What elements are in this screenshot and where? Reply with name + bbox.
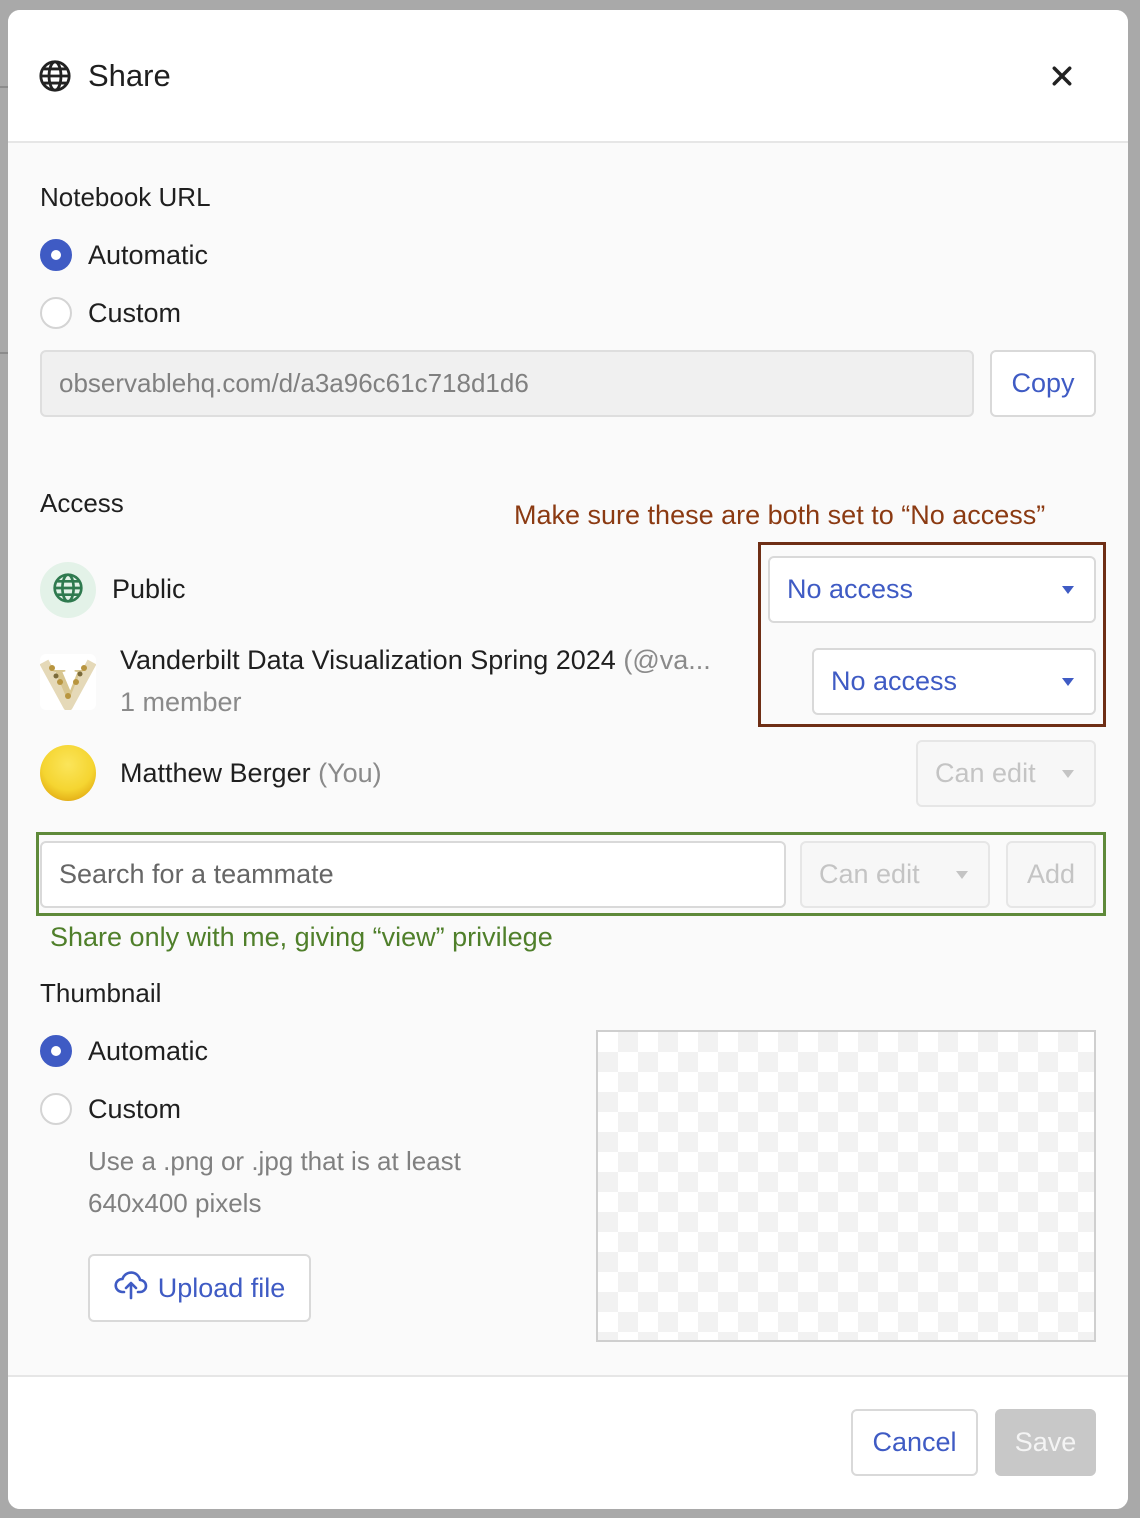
access-heading: Access: [40, 488, 124, 518]
team-avatar-letter: V: [53, 662, 83, 708]
thumbnail-custom-radio[interactable]: Custom: [40, 1093, 181, 1125]
team-avatar: V: [40, 654, 96, 710]
select-value: No access: [787, 574, 914, 604]
team-access-select[interactable]: No access: [812, 648, 1096, 715]
cloud-upload-icon: [114, 1270, 148, 1307]
dialog-title: Share: [88, 58, 171, 93]
team-handle: (@va...: [623, 645, 711, 675]
thumbnail-heading: Thumbnail: [40, 978, 162, 1008]
close-button[interactable]: [1044, 60, 1080, 96]
globe-icon: [38, 59, 72, 93]
owner-name: Matthew Berger: [120, 758, 311, 788]
thumbnail-hint: Use a .png or .jpg that is at least 640x…: [88, 1146, 461, 1218]
save-button[interactable]: Save: [995, 1409, 1096, 1476]
owner-you-label: (You): [318, 758, 382, 788]
radio-unselected-icon: [40, 1093, 72, 1125]
thumbnail-preview: [596, 1030, 1096, 1342]
thumbnail-automatic-radio[interactable]: Automatic: [40, 1035, 208, 1067]
radio-label: Automatic: [88, 239, 209, 270]
notebook-url-field[interactable]: observablehq.com/d/a3a96c61c718d1d6: [40, 350, 974, 417]
public-access-select[interactable]: No access: [768, 556, 1096, 623]
select-value: Can edit: [935, 758, 1036, 788]
radio-label: Custom: [88, 1093, 182, 1124]
radio-unselected-icon: [40, 297, 72, 329]
share-dialog: Share Notebook URL Automatic Custom obse…: [8, 10, 1128, 1509]
radio-selected-icon: [40, 239, 72, 271]
team-name: Vanderbilt Data Visualization Spring 202…: [120, 645, 616, 675]
radio-label: Automatic: [88, 1035, 209, 1066]
dialog-header: Share: [8, 10, 1128, 143]
user-avatar: [40, 745, 96, 801]
public-avatar: [40, 562, 96, 618]
upload-file-label: Upload file: [157, 1272, 286, 1303]
team-member-count: 1 member: [120, 687, 242, 717]
owner-access-select: Can edit: [916, 740, 1096, 807]
copy-url-button[interactable]: Copy: [990, 350, 1096, 417]
upload-file-button[interactable]: Upload file: [88, 1254, 311, 1322]
radio-label: Custom: [88, 297, 182, 328]
team-name-row: Vanderbilt Data Visualization Spring 202…: [120, 645, 711, 676]
invite-highlight-box: [36, 832, 1106, 916]
caret-down-icon: [1062, 677, 1074, 686]
caret-down-icon: [1062, 585, 1074, 594]
globe-icon: [52, 572, 84, 609]
url-automatic-radio[interactable]: Automatic: [40, 239, 208, 271]
no-access-annotation: Make sure these are both set to “No acce…: [514, 500, 1046, 530]
select-value: No access: [831, 666, 958, 696]
cancel-button[interactable]: Cancel: [851, 1409, 978, 1476]
public-label: Public: [112, 574, 186, 604]
url-custom-radio[interactable]: Custom: [40, 297, 181, 329]
close-icon: [1051, 65, 1073, 92]
owner-name-row: Matthew Berger (You): [120, 758, 382, 789]
invite-annotation: Share only with me, giving “view” privil…: [50, 922, 553, 952]
caret-down-icon: [1062, 769, 1074, 778]
radio-selected-icon: [40, 1035, 72, 1067]
notebook-url-heading: Notebook URL: [40, 182, 211, 212]
